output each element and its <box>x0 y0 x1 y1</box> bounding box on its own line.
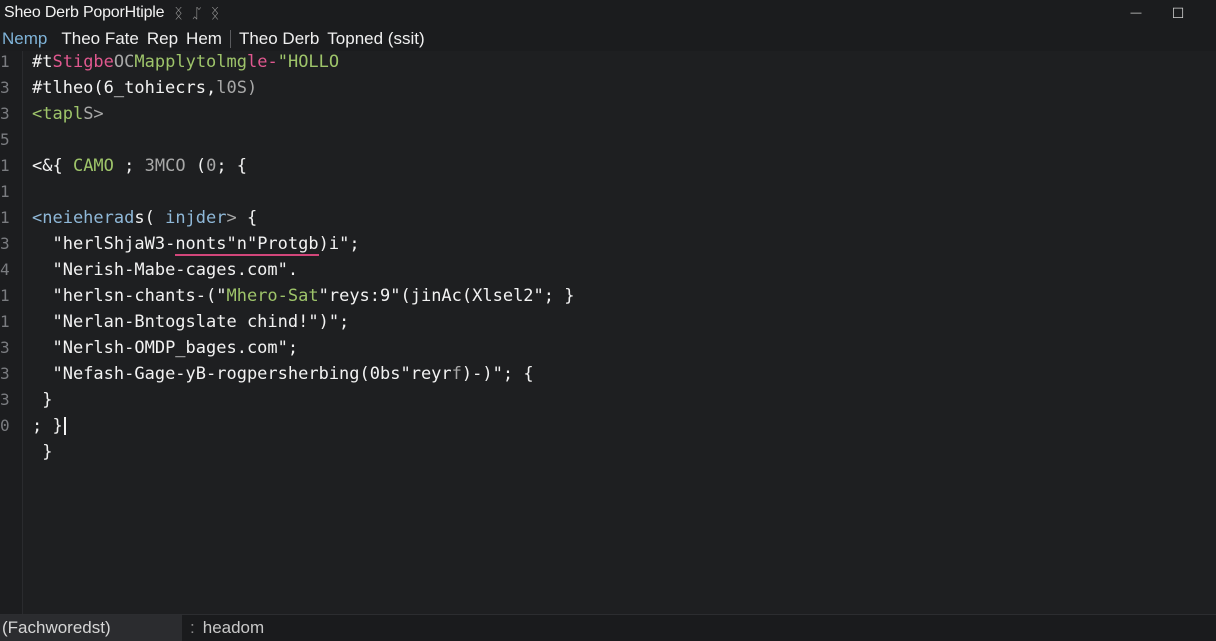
code-token: Stigbe <box>52 52 114 72</box>
code-token: ; { <box>216 156 248 176</box>
menu-item-hem[interactable]: Hem <box>182 29 226 49</box>
code-token: "Nerlsh-OMDP_bages.com"; <box>52 338 299 358</box>
title-bar: Sheo Derb PoporHtiple ᛝ ᛢ ᛝ — ☐ <box>0 0 1216 26</box>
line-number: 0 <box>0 416 10 435</box>
line-number: 3 <box>0 338 10 357</box>
menu-item-nemp[interactable]: Nemp <box>0 29 51 49</box>
menu-item-rep[interactable]: Rep <box>143 29 182 49</box>
line-number: 3 <box>0 364 10 383</box>
code-token: <tapl <box>32 104 84 124</box>
code-token: f <box>451 364 462 384</box>
code-line: "herlsn-chants-("Mhero-Sat"reys:9"(jinAc… <box>32 283 574 309</box>
status-mode[interactable]: (Fachworedst) <box>0 615 182 641</box>
line-number-gutter: 1 3 3 5 1 1 1 3 4 1 1 3 3 3 0 <box>0 51 23 614</box>
line-number: 1 <box>0 286 10 305</box>
code-token: tolmg <box>195 52 247 72</box>
code-line: "Nefash-Gage-yB-rogpersherbing(0bs"reyrf… <box>32 361 534 387</box>
code-token: "reys:9"(jinAc(Xlsel2"; } <box>318 286 575 306</box>
code-token: 0 <box>206 156 217 176</box>
code-token: Mhero-Sat <box>226 286 319 306</box>
status-bar: (Fachworedst) : headom <box>0 614 1216 641</box>
minimize-button[interactable]: — <box>1113 0 1159 26</box>
code-editor[interactable]: #tStigbeOCMapplytolmgle-"HOLLO #tlheo(6_t… <box>23 51 1216 614</box>
code-token: } <box>42 390 53 410</box>
code-line: } <box>32 439 53 465</box>
code-line: "Nerlsh-OMDP_bages.com"; <box>32 335 298 361</box>
code-token: } <box>42 442 53 462</box>
code-token: Mapply <box>134 52 196 72</box>
code-token: #tlheo(6_tohiecrs, <box>32 78 217 98</box>
code-token: "HOLLO <box>277 52 340 72</box>
code-token: "herlShjaW3- <box>52 234 176 254</box>
code-token: ( <box>185 156 207 176</box>
code-token: s( <box>134 208 166 228</box>
code-line: <neieherads( injder> { <box>32 205 257 231</box>
line-number: 3 <box>0 104 10 123</box>
menu-item-topned[interactable]: Topned (ssit) <box>323 29 428 49</box>
code-line: "herlShjaW3-nonts"n"Protgb)i"; <box>32 231 360 257</box>
line-number: 1 <box>0 208 10 227</box>
code-token: <neieherad <box>32 208 135 228</box>
maximize-icon: ☐ <box>1171 4 1185 21</box>
code-line: <&{ CAMO ; 3MCO (0; { <box>32 153 247 179</box>
menu-item-theo-derb[interactable]: Theo Derb <box>235 29 323 49</box>
code-token: l0S) <box>216 78 258 98</box>
code-line: #tStigbeOCMapplytolmgle-"HOLLO <box>32 49 339 75</box>
code-token: <&{ <box>32 156 73 176</box>
status-context: headom <box>202 618 265 637</box>
line-number: 1 <box>0 156 10 175</box>
code-token: )i"; <box>318 234 360 254</box>
code-line: <taplS> <box>32 101 104 127</box>
code-token: ; } <box>32 416 63 436</box>
code-token: injder <box>165 208 227 228</box>
minimize-icon: — <box>1130 7 1142 19</box>
code-line: "Nerish-Mabe-cages.com". <box>32 257 298 283</box>
line-number: 3 <box>0 390 10 409</box>
code-token: { <box>236 208 258 228</box>
code-token: #t <box>32 52 53 72</box>
code-token: 3MCO <box>144 156 186 176</box>
code-line: #tlheo(6_tohiecrs,l0S) <box>32 75 257 101</box>
code-token: "herlsn-chants-(" <box>52 286 227 306</box>
code-token: "Nerlan-Bntogslate chind!")"; <box>52 312 350 332</box>
code-token: )-)"; { <box>461 364 534 384</box>
code-token: le- <box>247 52 278 72</box>
code-token: > <box>226 208 237 228</box>
code-token: CAMO <box>72 156 114 176</box>
line-number: 5 <box>0 130 10 149</box>
status-mode-label: (Fachworedst) <box>2 618 111 637</box>
line-number: 1 <box>0 182 10 201</box>
menu-divider <box>229 29 231 48</box>
code-line: ; } <box>32 413 66 439</box>
window-title: Sheo Derb PoporHtiple <box>4 4 165 21</box>
code-line: "Nerlan-Bntogslate chind!")"; <box>32 309 349 335</box>
code-line: } <box>32 387 53 413</box>
code-token: ; <box>113 156 145 176</box>
line-number: 1 <box>0 312 10 331</box>
maximize-button[interactable]: ☐ <box>1155 0 1201 26</box>
title-decoration-icon: ᛝ ᛢ ᛝ <box>174 5 223 21</box>
code-token: OC <box>113 52 135 72</box>
line-number: 1 <box>0 52 10 71</box>
code-token: "Nefash-Gage-yB-rogpersherbing(0bs"reyr <box>52 364 452 384</box>
line-number: 3 <box>0 78 10 97</box>
menu-item-theo-fate[interactable]: Theo Fate <box>57 29 143 49</box>
code-token: nonts"n"Protgb <box>175 234 319 256</box>
code-token: "Nerish-Mabe-cages.com". <box>52 260 299 280</box>
line-number: 4 <box>0 260 10 279</box>
line-number: 3 <box>0 234 10 253</box>
status-separator: : <box>190 618 195 637</box>
text-cursor <box>63 417 66 435</box>
code-token: S> <box>83 104 104 124</box>
